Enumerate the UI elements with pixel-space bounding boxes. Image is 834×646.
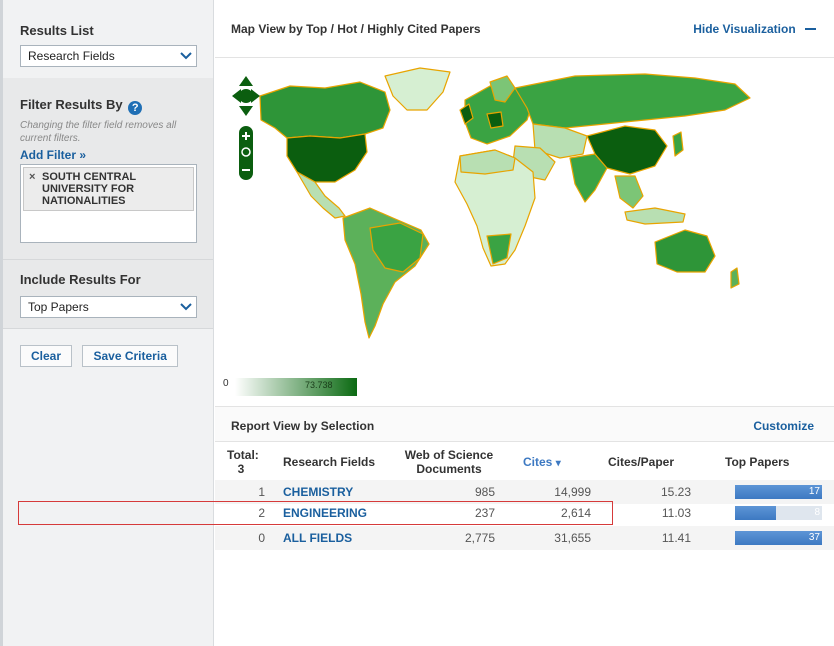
include-label: Include Results For: [20, 272, 141, 287]
sidebar: Results List Research Fields Filter Resu…: [3, 0, 214, 646]
clear-button[interactable]: Clear: [20, 345, 73, 367]
cites-header-label: Cites: [523, 455, 553, 469]
include-value: Top Papers: [28, 300, 89, 314]
map-region-canada: [259, 81, 391, 139]
results-list-select[interactable]: Research Fields: [20, 45, 197, 67]
cites-per-paper-value: 11.03: [661, 506, 691, 520]
world-map-svg: [259, 67, 751, 339]
results-list-section: Results List Research Fields: [3, 0, 213, 78]
minus-icon: [805, 28, 816, 30]
cites-header[interactable]: Cites ▾: [523, 455, 561, 471]
filter-title-text: Filter Results By: [20, 97, 123, 112]
pan-down-icon: [239, 106, 253, 116]
table-row[interactable]: 0 ALL FIELDS 2,775 31,655 11.41 37: [215, 526, 834, 550]
wos-documents-header[interactable]: Web of Science Documents: [393, 448, 505, 476]
map-region-russia: [514, 73, 751, 129]
hide-visualization-link[interactable]: Hide Visualization: [693, 22, 816, 36]
include-section: Include Results For Top Papers: [3, 259, 213, 328]
help-icon[interactable]: ?: [128, 101, 143, 115]
zoom-out-icon: [242, 169, 250, 171]
cites-value: 2,614: [560, 506, 591, 520]
total-label: Total:: [227, 448, 259, 462]
top-papers-bar: 8: [735, 506, 822, 520]
legend-max: 73.738: [305, 380, 333, 390]
total-count: 3: [237, 462, 245, 476]
research-field-link[interactable]: ALL FIELDS: [283, 526, 352, 550]
results-list-label: Results List: [20, 23, 94, 38]
include-select[interactable]: Top Papers: [20, 296, 197, 318]
report-bar: Report View by Selection Customize: [215, 406, 834, 442]
row-index: 0: [258, 531, 265, 545]
add-filter-link[interactable]: Add Filter »: [20, 148, 197, 162]
hide-visualization-label: Hide Visualization: [693, 22, 796, 36]
cites-per-paper-value: 11.41: [661, 531, 691, 545]
map-pan-zoom-svg: [232, 76, 260, 180]
map-region-australia: [654, 229, 716, 273]
filter-section: Filter Results By ? Changing the filter …: [3, 78, 213, 259]
cites-value: 31,655: [554, 531, 591, 545]
cites-per-paper-header[interactable]: Cites/Paper: [608, 455, 674, 469]
map-region-greenland: [384, 67, 451, 111]
world-map[interactable]: 0 73.738: [215, 58, 834, 406]
research-fields-header[interactable]: Research Fields: [283, 455, 375, 469]
legend-min: 0: [223, 378, 229, 389]
report-title: Report View by Selection: [231, 419, 375, 433]
top-papers-value: 37: [808, 532, 820, 543]
map-region-se-asia: [614, 175, 644, 209]
pan-up-icon: [239, 76, 253, 86]
main-panel: Map View by Top / Hot / Highly Cited Pap…: [215, 0, 834, 646]
filter-hint: Changing the filter field removes all cu…: [20, 120, 177, 144]
map-region-new-zealand: [730, 267, 740, 289]
row-index: 2: [258, 506, 265, 520]
customize-link[interactable]: Customize: [753, 419, 814, 433]
top-papers-value: 17: [808, 486, 820, 497]
table-header: Total: 3 Research Fields Web of Science …: [215, 442, 834, 480]
top-papers-bar: 17: [735, 485, 822, 499]
top-papers-header[interactable]: Top Papers: [725, 455, 789, 469]
map-legend: 0 73.738: [223, 378, 358, 401]
top-papers-bar-fill: [735, 506, 776, 520]
criteria-buttons: Clear Save Criteria: [3, 328, 213, 367]
chevron-down-icon: [176, 297, 196, 317]
map-region-indonesia: [624, 207, 686, 225]
sort-desc-icon: ▾: [555, 458, 561, 469]
research-field-link[interactable]: ENGINEERING: [283, 501, 367, 525]
map-title: Map View by Top / Hot / Highly Cited Pap…: [231, 22, 481, 36]
legend-gradient: 73.738: [235, 378, 358, 396]
table-row[interactable]: 2 ENGINEERING 237 2,614 11.03 8: [215, 501, 834, 525]
chevron-down-icon: [176, 46, 196, 66]
map-header: Map View by Top / Hot / Highly Cited Pap…: [215, 0, 834, 58]
filter-chip-label: SOUTH CENTRAL UNIVERSITY FOR NATIONALITI…: [42, 171, 136, 207]
filter-chip: × SOUTH CENTRAL UNIVERSITY FOR NATIONALI…: [23, 167, 194, 211]
top-papers-bar: 37: [735, 531, 822, 545]
total-header: Total: 3: [227, 448, 259, 476]
map-nav-controls: [231, 74, 261, 189]
top-papers-value: 8: [814, 507, 820, 518]
wos-documents-value: 237: [474, 506, 495, 520]
filter-box: × SOUTH CENTRAL UNIVERSITY FOR NATIONALI…: [20, 164, 197, 243]
results-list-value: Research Fields: [28, 49, 115, 63]
save-criteria-button[interactable]: Save Criteria: [82, 345, 178, 367]
filter-title: Filter Results By ?: [20, 97, 197, 115]
remove-filter-icon[interactable]: ×: [29, 171, 35, 183]
map-region-japan: [672, 131, 684, 157]
wos-documents-value: 2,775: [464, 531, 495, 545]
map-region-north-africa: [459, 149, 516, 175]
